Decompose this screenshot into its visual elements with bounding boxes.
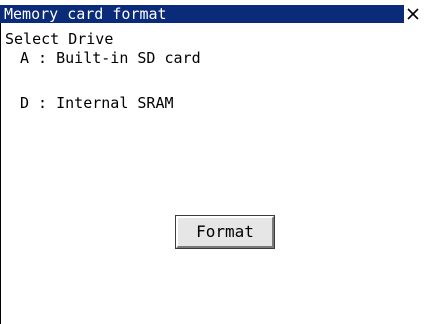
title-bar: Memory card format [0,5,421,23]
window-body: Select Drive A : Built-in SD card D : In… [0,23,421,324]
drive-option-d[interactable]: D : Internal SRAM [20,95,174,112]
format-button[interactable]: Format [175,215,275,249]
drive-option-a[interactable]: A : Built-in SD card [20,50,201,67]
memory-card-format-window: Memory card format Select Drive A : Buil… [0,0,421,324]
close-icon [407,8,419,20]
select-drive-label: Select Drive [5,30,114,48]
window-title: Memory card format [4,5,167,23]
close-button[interactable] [403,5,421,23]
